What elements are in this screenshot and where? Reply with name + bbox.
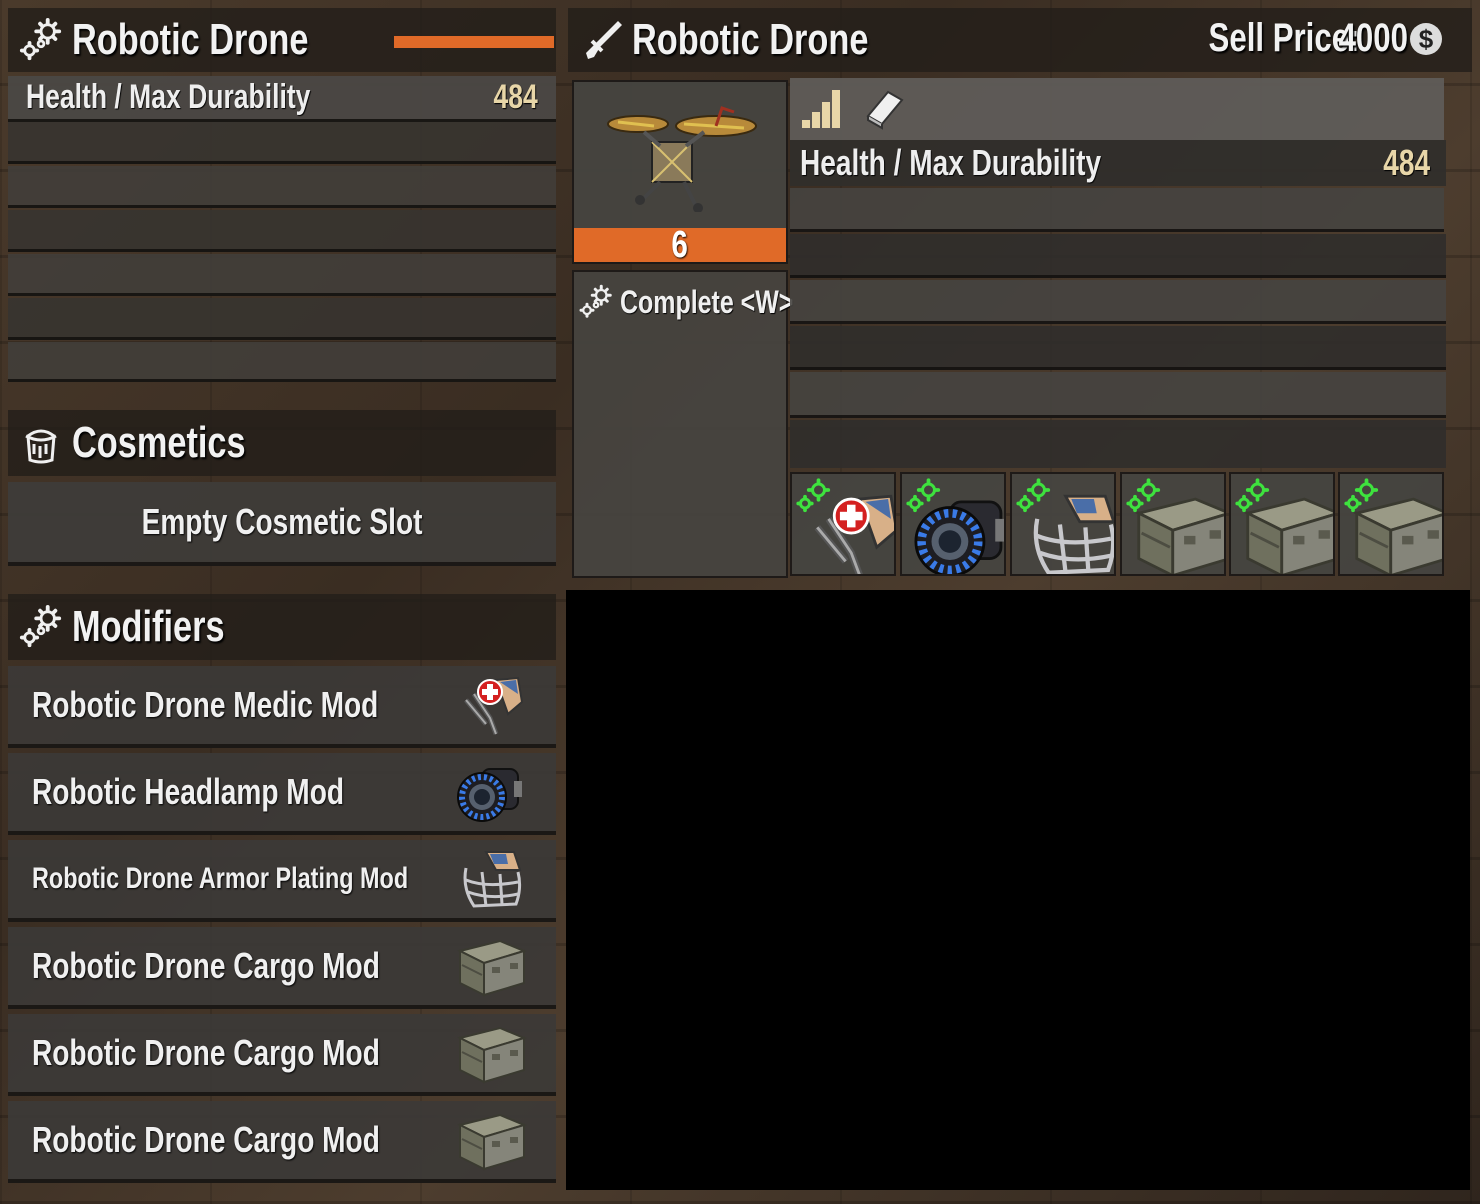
stat-label: Health / Max Durability [26,78,311,116]
left-stat-row-empty [8,342,556,382]
gears-icon [578,284,614,320]
robotic-drone-image [607,106,757,212]
right-stat-row-empty [790,372,1446,418]
cosmetics-header: Cosmetics [8,410,556,476]
left-stat-row-empty [8,298,556,340]
action-complete[interactable]: Complete <W> [574,272,793,332]
left-stat-row-empty [8,210,556,252]
right-stat-row-health: Health / Max Durability 484 [790,140,1446,186]
action-list: Complete <W> [572,270,793,578]
stat-label: Health / Max Durability [800,142,1102,183]
medic-mod-icon [456,674,528,740]
gears-icon [18,604,64,650]
right-item-header: Robotic Drone Sell Price: 4000 $ [568,8,1472,72]
left-item-header: Robotic Drone [8,8,556,72]
left-stat-row-empty [8,122,556,164]
left-stat-row-health: Health / Max Durability 484 [8,76,556,122]
mod-slot-armor[interactable] [1010,472,1116,576]
cargo-mod-icon [456,1022,528,1088]
mod-slot-cargo[interactable] [1338,472,1444,576]
modifier-label: Robotic Drone Cargo Mod [32,1119,380,1160]
left-stat-row-empty [8,166,556,208]
modifier-row-cargo[interactable]: Robotic Drone Cargo Mod [8,1101,556,1183]
installed-gears-icon [796,478,832,514]
stat-value: 484 [1383,142,1430,183]
stat-value: 484 [493,78,538,116]
cosmetic-slot-label: Empty Cosmetic Slot [141,501,423,542]
right-stat-row-empty [790,280,1446,324]
gears-icon [18,17,64,63]
sell-price-label: Sell Price: [1208,16,1360,60]
item-count-bar: 6 [574,224,786,266]
action-complete-label: Complete <W> [620,283,794,320]
modifiers-title: Modifiers [72,602,225,651]
right-stat-row-empty [790,234,1446,278]
durability-bar [394,36,554,48]
left-item-title: Robotic Drone [72,15,309,64]
modifier-row-armor[interactable]: Robotic Drone Armor Plating Mod [8,840,556,922]
modifier-row-cargo[interactable]: Robotic Drone Cargo Mod [8,1014,556,1096]
modifier-label: Robotic Headlamp Mod [32,771,345,812]
left-stat-row-empty [8,254,556,296]
installed-gears-icon [1126,478,1162,514]
modifier-label: Robotic Drone Armor Plating Mod [32,862,409,895]
quality-signal-icon [802,90,840,128]
paint-bucket-icon [18,420,64,466]
mod-slot-medic[interactable] [790,472,896,576]
modifier-label: Robotic Drone Cargo Mod [32,1032,380,1073]
modifier-label: Robotic Drone Medic Mod [32,684,379,725]
installed-gears-icon [1235,478,1271,514]
quality-bar [790,78,1444,140]
cosmetics-title: Cosmetics [72,418,246,467]
coin-icon: $ [1410,22,1442,55]
knife-icon [578,17,624,63]
modifier-label: Robotic Drone Cargo Mod [32,945,380,986]
cosmetic-slot[interactable]: Empty Cosmetic Slot [8,482,556,566]
sell-price: Sell Price: 4000 $ [1166,16,1442,61]
right-stat-row-empty [790,188,1444,232]
modifier-row-cargo[interactable]: Robotic Drone Cargo Mod [8,927,556,1009]
modifiers-header: Modifiers [8,594,556,660]
armor-mod-icon [456,848,528,914]
item-preview: 6 [572,80,788,266]
cargo-mod-icon [456,1109,528,1175]
right-stat-row-empty [790,326,1446,370]
item-count: 6 [671,223,689,266]
modifier-row-headlamp[interactable]: Robotic Headlamp Mod [8,753,556,835]
modifier-row-medic[interactable]: Robotic Drone Medic Mod [8,666,556,748]
sell-price-value: 4000 [1338,16,1408,60]
book-icon [866,90,904,130]
installed-gears-icon [906,478,942,514]
item-preview-viewport [566,590,1470,1190]
mod-slot-headlamp[interactable] [900,472,1006,576]
mod-slot-cargo[interactable] [1120,472,1226,576]
installed-gears-icon [1016,478,1052,514]
mod-slot-cargo[interactable] [1229,472,1335,576]
installed-gears-icon [1344,478,1380,514]
right-stat-row-empty [790,420,1446,468]
right-item-title: Robotic Drone [632,15,869,64]
headlamp-mod-icon [456,761,528,827]
cargo-mod-icon [456,935,528,1001]
